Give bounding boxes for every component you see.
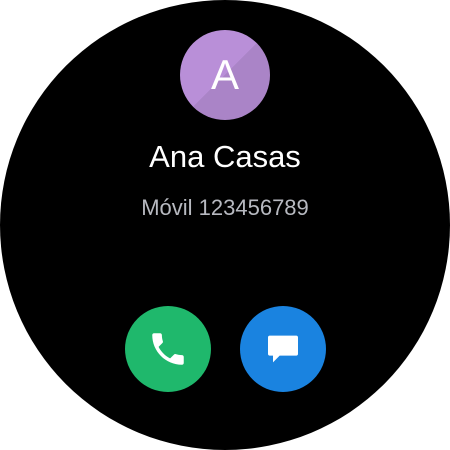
contact-screen: A Ana Casas Móvil 123456789 <box>0 0 450 450</box>
phone-icon <box>147 328 189 370</box>
contact-name: Ana Casas <box>149 139 301 174</box>
contact-number: Móvil 123456789 <box>141 195 309 220</box>
message-button[interactable] <box>240 306 326 392</box>
message-icon <box>263 329 303 369</box>
avatar-initial: A <box>210 51 239 98</box>
avatar: A <box>180 30 270 120</box>
call-button[interactable] <box>125 306 211 392</box>
